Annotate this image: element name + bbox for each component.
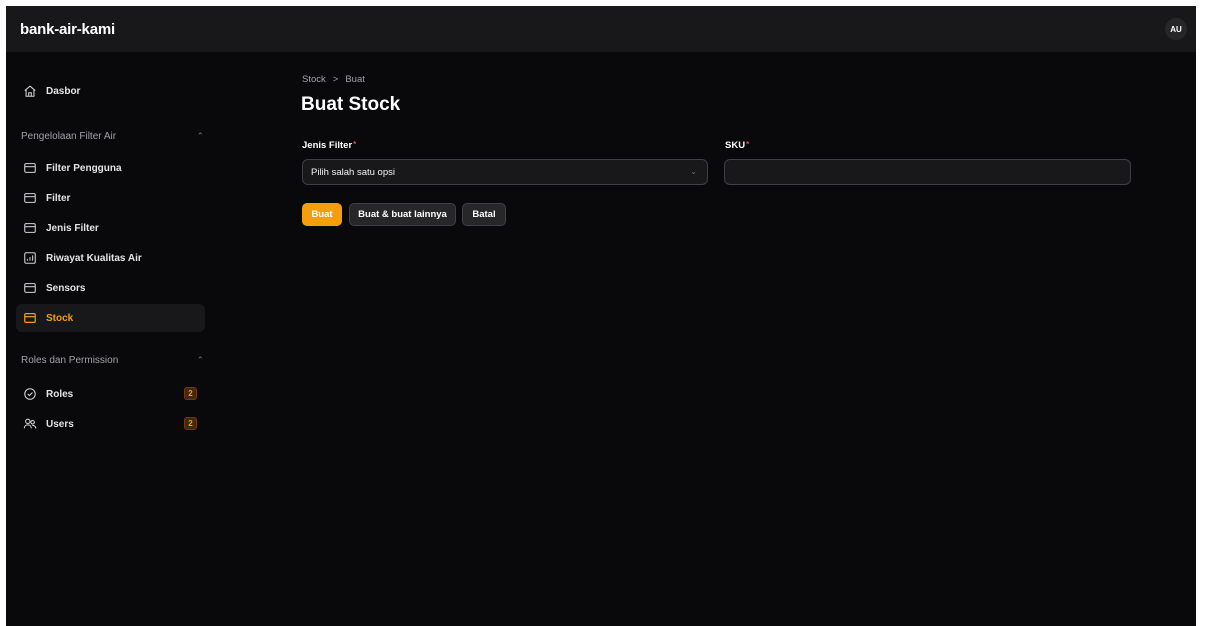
chart-icon bbox=[23, 251, 37, 265]
sidebar-item-filter[interactable]: Filter bbox=[16, 184, 205, 212]
sku-label-text: SKU bbox=[725, 140, 746, 151]
sidebar-item-label: Jenis Filter bbox=[46, 222, 99, 234]
cancel-button[interactable]: Batal bbox=[462, 203, 506, 226]
shield-check-icon bbox=[23, 387, 37, 401]
breadcrumb-separator: > bbox=[332, 74, 339, 85]
sidebar-item-riwayat-kualitas-air[interactable]: Riwayat Kualitas Air bbox=[16, 244, 205, 272]
app-window: bank-air-kami AU Dasbor Pengelolaan Filt… bbox=[6, 6, 1196, 626]
user-avatar[interactable]: AU bbox=[1165, 18, 1187, 40]
sku-label: SKU* bbox=[725, 140, 749, 151]
page-title: Buat Stock bbox=[301, 94, 401, 115]
top-bar: bank-air-kami AU bbox=[6, 6, 1196, 52]
breadcrumb: Stock > Buat bbox=[302, 74, 365, 85]
sidebar-item-filter-pengguna[interactable]: Filter Pengguna bbox=[16, 154, 205, 182]
required-mark: * bbox=[353, 140, 357, 149]
box-icon bbox=[23, 281, 37, 295]
sidebar-item-label: Dasbor bbox=[46, 85, 81, 97]
breadcrumb-current: Buat bbox=[345, 74, 365, 85]
count-badge: 2 bbox=[184, 387, 197, 400]
sidebar-item-label: Users bbox=[46, 418, 74, 430]
sidebar-item-label: Sensors bbox=[46, 282, 86, 294]
box-icon bbox=[23, 191, 37, 205]
sidebar-item-dasbor[interactable]: Dasbor bbox=[16, 77, 205, 105]
sidebar-item-sensors[interactable]: Sensors bbox=[16, 274, 205, 302]
required-mark: * bbox=[746, 140, 750, 149]
box-icon bbox=[23, 311, 37, 325]
home-icon bbox=[23, 84, 37, 98]
sidebar-item-label: Filter bbox=[46, 192, 71, 204]
sidebar-item-label: Stock bbox=[46, 312, 74, 324]
users-icon bbox=[23, 417, 37, 431]
chevron-down-icon: ⌄ bbox=[690, 167, 697, 176]
box-icon bbox=[23, 221, 37, 235]
create-button[interactable]: Buat bbox=[302, 203, 342, 226]
sidebar-item-users[interactable]: Users 2 bbox=[16, 410, 205, 438]
sidebar-item-stock[interactable]: Stock bbox=[16, 304, 205, 332]
jenis-filter-label-text: Jenis Filter bbox=[302, 140, 353, 151]
group-roles-dan-permission[interactable]: Roles dan Permission ⌃ bbox=[21, 355, 204, 366]
chevron-up-icon[interactable]: ⌃ bbox=[196, 355, 204, 366]
group-pengelolaan-filter-air[interactable]: Pengelolaan Filter Air ⌃ bbox=[21, 131, 204, 142]
count-badge: 2 bbox=[184, 417, 197, 430]
chevron-up-icon[interactable]: ⌃ bbox=[196, 131, 204, 142]
sidebar-item-label: Riwayat Kualitas Air bbox=[46, 252, 142, 264]
sidebar: Dasbor Pengelolaan Filter Air ⌃ Filter P… bbox=[6, 52, 216, 626]
breadcrumb-parent[interactable]: Stock bbox=[302, 74, 326, 85]
jenis-filter-select-value: Pilih salah satu opsi bbox=[311, 166, 395, 178]
sku-input[interactable] bbox=[724, 159, 1131, 185]
jenis-filter-select[interactable]: Pilih salah satu opsi ⌄ bbox=[302, 159, 708, 185]
box-icon bbox=[23, 161, 37, 175]
group-label: Pengelolaan Filter Air bbox=[21, 131, 117, 142]
sidebar-item-jenis-filter[interactable]: Jenis Filter bbox=[16, 214, 205, 242]
group-label: Roles dan Permission bbox=[21, 355, 119, 366]
sidebar-item-roles[interactable]: Roles 2 bbox=[16, 380, 205, 408]
jenis-filter-label: Jenis Filter* bbox=[302, 140, 356, 151]
sidebar-item-label: Filter Pengguna bbox=[46, 162, 122, 174]
app-title[interactable]: bank-air-kami bbox=[20, 21, 115, 38]
sidebar-item-label: Roles bbox=[46, 388, 74, 400]
create-another-button[interactable]: Buat & buat lainnya bbox=[349, 203, 456, 226]
